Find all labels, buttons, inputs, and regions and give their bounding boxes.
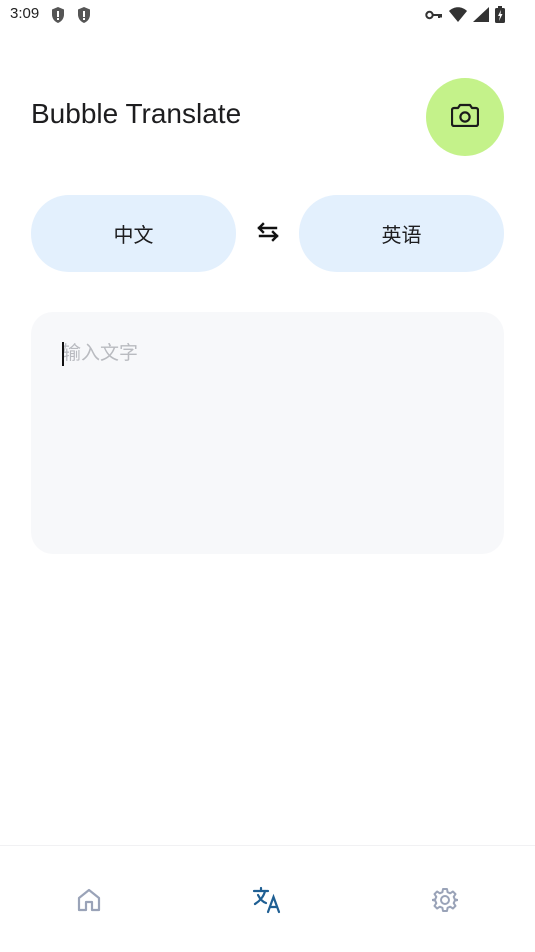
status-left-icons — [50, 6, 92, 24]
target-language-button[interactable]: 英语 — [299, 195, 504, 272]
nav-settings[interactable] — [425, 884, 465, 920]
nav-home[interactable] — [69, 884, 109, 920]
text-cursor — [62, 342, 64, 366]
language-selector-row: 中文 英语 — [31, 195, 504, 272]
swap-languages-button[interactable] — [253, 220, 283, 248]
camera-icon — [450, 103, 480, 132]
nav-translate[interactable] — [247, 884, 287, 920]
shield-alert-icon — [50, 6, 66, 24]
input-card — [31, 312, 504, 554]
bottom-navigation — [0, 845, 535, 952]
app-title: Bubble Translate — [31, 98, 242, 129]
camera-button[interactable] — [426, 78, 504, 156]
shield-alert-icon — [76, 6, 92, 24]
battery-charging-icon — [495, 6, 505, 23]
home-icon — [76, 887, 102, 918]
wifi-icon — [449, 7, 467, 22]
translate-icon — [252, 886, 282, 919]
vpn-key-icon — [425, 9, 443, 21]
status-right-icons — [425, 6, 505, 23]
swap-arrows-icon — [257, 221, 279, 247]
cell-signal-icon — [473, 7, 489, 22]
status-time: 3:09 — [10, 5, 40, 22]
gear-icon — [431, 887, 459, 918]
text-input[interactable] — [62, 338, 482, 528]
source-language-button[interactable]: 中文 — [31, 195, 236, 272]
status-bar: 3:09 — [0, 0, 535, 30]
